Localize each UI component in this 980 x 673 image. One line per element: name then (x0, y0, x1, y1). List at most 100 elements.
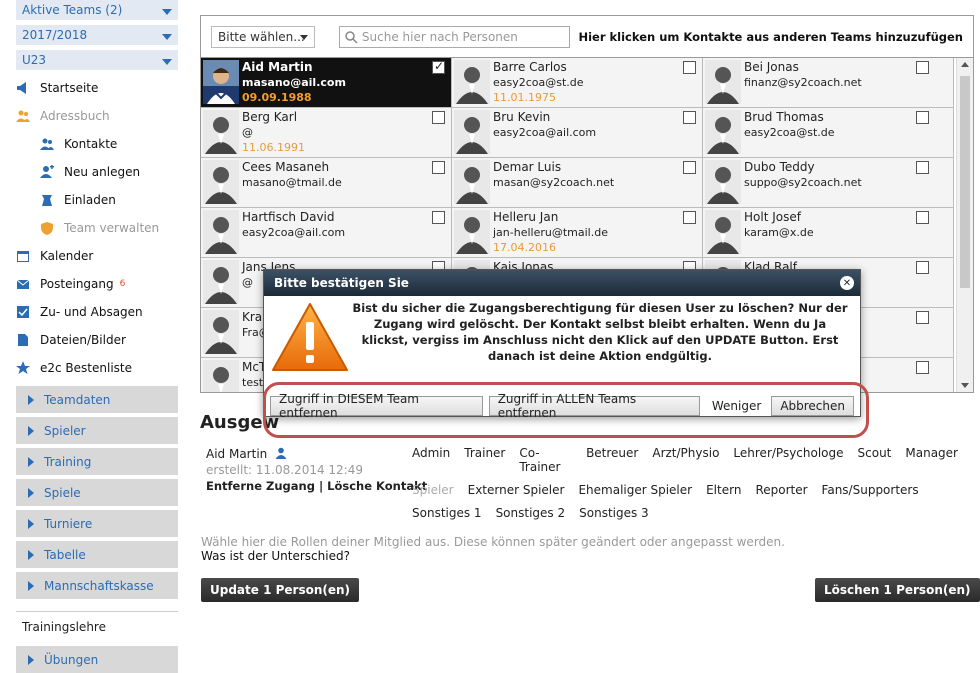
sidebar-item-dateien-bilder[interactable]: Dateien/Bilder (16, 326, 178, 354)
less-link[interactable]: Weniger (712, 399, 761, 413)
person-search-input[interactable]: Suche hier nach Personen (338, 25, 571, 48)
sidebar-item-spieler[interactable]: Spieler (16, 417, 178, 444)
sidebar-item-zu-und-absagen[interactable]: Zu- und Absagen (16, 298, 178, 326)
contact-checkbox[interactable] (916, 261, 929, 274)
role-option-co-trainer[interactable]: Co-Trainer (519, 446, 572, 474)
sidebar-item-label: Kalender (40, 249, 94, 263)
sidebar-item-training[interactable]: Training (16, 448, 178, 475)
sidebar-item-neu-anlegen[interactable]: Neu anlegen (16, 158, 178, 186)
difference-link[interactable]: Was ist der Unterschied? (201, 549, 350, 563)
role-option-spieler[interactable]: Spieler (412, 483, 454, 497)
role-option-arzt-physio[interactable]: Arzt/Physio (652, 446, 719, 474)
role-option-trainer[interactable]: Trainer (464, 446, 505, 474)
role-row: Spieler Externer Spieler Ehemaliger Spiele… (412, 483, 972, 497)
sidebar-item-teamdaten[interactable]: Teamdaten (16, 386, 178, 413)
contact-card[interactable]: Cees Masaneh masano@tmail.de (201, 158, 452, 208)
sidebar-item-kalender[interactable]: Kalender (16, 242, 178, 270)
access-actions-links[interactable]: Entferne Zugang | Lösche Kontakt (206, 478, 427, 494)
contact-checkbox[interactable] (683, 211, 696, 224)
role-option-sonstiges-2[interactable]: Sonstiges 2 (496, 506, 566, 520)
role-option-scout[interactable]: Scout (858, 446, 892, 474)
sidebar-item-startseite[interactable]: Startseite (16, 74, 178, 102)
accordion-nav: Teamdaten Spieler Training Spiele Turniere Ta… (16, 386, 178, 599)
contact-checkbox[interactable] (916, 211, 929, 224)
contact-name: Holt Josef (744, 210, 801, 224)
team-select[interactable]: U23 (16, 50, 178, 72)
update-button[interactable]: Update 1 Person(en) (201, 578, 360, 602)
contact-birthdate: 09.09.1988 (242, 91, 312, 104)
role-option-sonstiges-1[interactable]: Sonstiges 1 (412, 506, 482, 520)
delete-button[interactable]: Löschen 1 Person(en) (815, 578, 980, 602)
sidebar-item-label: Team verwalten (64, 221, 160, 235)
invite-icon (42, 195, 52, 206)
role-option-manager[interactable]: Manager (905, 446, 958, 474)
contact-card[interactable]: Bei Jonas finanz@sy2coach.net (703, 58, 954, 108)
contact-checkbox[interactable] (432, 111, 445, 124)
scroll-down-icon[interactable] (961, 383, 969, 388)
sidebar: Aktive Teams (2) 2017/2018 U23 Startseit… (16, 0, 178, 673)
contact-card[interactable]: Brud Thomas easy2coa@st.de (703, 108, 954, 158)
season-select[interactable]: 2017/2018 (16, 25, 178, 47)
sidebar-item-tabelle[interactable]: Tabelle (16, 541, 178, 568)
accordion-label: Spieler (44, 423, 86, 438)
role-option-eltern[interactable]: Eltern (706, 483, 741, 497)
sidebar-item-adressbuch[interactable]: Adressbuch (16, 102, 178, 130)
scroll-thumb[interactable] (960, 76, 970, 288)
contact-checkbox[interactable] (916, 161, 929, 174)
contact-card[interactable]: Holt Josef karam@x.de (703, 208, 954, 258)
contact-card[interactable]: Aid Martin masano@ail.com 09.09.1988 (201, 58, 452, 108)
role-option-admin[interactable]: Admin (412, 446, 450, 474)
contact-checkbox[interactable] (683, 161, 696, 174)
contact-checkbox[interactable] (916, 311, 929, 324)
sidebar-item-label: Zu- und Absagen (40, 305, 143, 319)
contact-checkbox[interactable] (432, 59, 445, 74)
contact-checkbox[interactable] (916, 361, 929, 374)
scroll-up-icon[interactable] (961, 62, 969, 67)
sidebar-item-spiele[interactable]: Spiele (16, 479, 178, 506)
users-icon (16, 110, 30, 122)
contact-card[interactable]: Bru Kevin easy2coa@ail.com (452, 108, 703, 158)
cancel-button[interactable]: Abbrechen (771, 396, 854, 416)
contact-card[interactable]: Hartfisch David easy2coa@ail.com (201, 208, 452, 258)
sidebar-item-turniere[interactable]: Turniere (16, 510, 178, 537)
contact-info: Demar Luis masan@sy2coach.net (493, 160, 614, 205)
close-icon[interactable]: ✕ (840, 276, 854, 290)
role-option-reporter[interactable]: Reporter (755, 483, 807, 497)
contact-card[interactable]: Berg Karl @11.06.1991 (201, 108, 452, 158)
sidebar-item-einladen[interactable]: Einladen (16, 186, 178, 214)
contact-checkbox[interactable] (683, 111, 696, 124)
dialog-title: Bitte bestätigen Sie (274, 276, 409, 290)
contact-name: Brud Thomas (744, 110, 824, 124)
megaphone-icon (17, 82, 26, 94)
contact-email: easy2coa@ail.com (493, 126, 597, 139)
contact-checkbox[interactable] (432, 161, 445, 174)
avatar (203, 310, 239, 354)
contact-checkbox[interactable] (683, 61, 696, 74)
contact-card[interactable]: Dubo Teddy suppo@sy2coach.net (703, 158, 954, 208)
grid-scrollbar[interactable] (956, 58, 973, 392)
role-option-sonstiges-3[interactable]: Sonstiges 3 (579, 506, 649, 520)
contact-checkbox[interactable] (916, 111, 929, 124)
remove-this-team-button[interactable]: Zugriff in DIESEM Team entfernen (270, 392, 483, 420)
role-option-externer-spieler[interactable]: Externer Spieler (468, 483, 565, 497)
role-option-fans-supporters[interactable]: Fans/Supporters (822, 483, 919, 497)
sidebar-item-uebungen[interactable]: Übungen (16, 646, 178, 673)
sidebar-item-posteingang[interactable]: Posteingang 6 (16, 270, 178, 298)
sidebar-item-mannschaftskasse[interactable]: Mannschaftskasse (16, 572, 178, 599)
role-option-ehemaliger-spieler[interactable]: Ehemaliger Spieler (578, 483, 692, 497)
add-from-other-teams-link[interactable]: Hier klicken um Kontakte aus anderen Tea… (578, 30, 963, 44)
remove-all-teams-button[interactable]: Zugriff in ALLEN Teams entfernen (488, 392, 700, 420)
team-filter-select[interactable]: Aktive Teams (2) (16, 0, 178, 22)
sidebar-item-kontakte[interactable]: Kontakte (16, 130, 178, 158)
role-option-lehrer-psychologe[interactable]: Lehrer/Psychologe (733, 446, 843, 474)
sidebar-item-e2c-bestenliste[interactable]: e2c Bestenliste (16, 354, 178, 382)
contact-checkbox[interactable] (432, 211, 445, 224)
group-dropdown[interactable]: Bitte wählen... (211, 25, 315, 48)
sidebar-item-team-verwalten[interactable]: Team verwalten (16, 214, 178, 242)
contact-card[interactable]: Barre Carlos easy2coa@st.de 11.01.1975 (452, 58, 703, 108)
contact-card[interactable]: Demar Luis masan@sy2coach.net (452, 158, 703, 208)
role-option-betreuer[interactable]: Betreuer (586, 446, 638, 474)
contact-card[interactable]: Helleru Jan jan-helleru@tmail.de 17.04.201… (452, 208, 703, 258)
sidebar-item-trainingslehre[interactable]: Trainingslehre (16, 611, 178, 634)
contact-checkbox[interactable] (916, 61, 929, 74)
